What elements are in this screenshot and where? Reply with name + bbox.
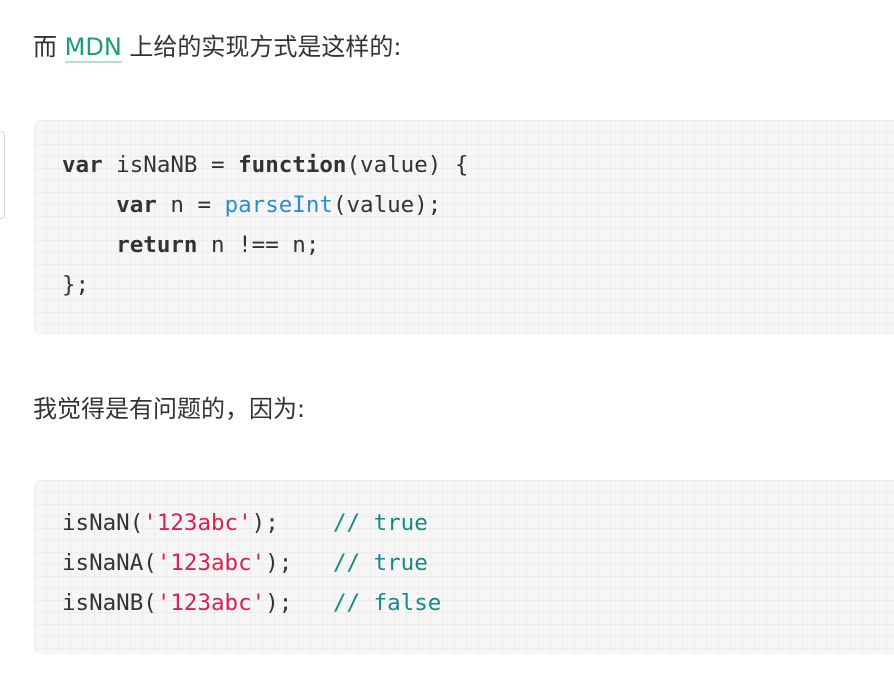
code-line: isNaNB('123abc'); // false — [62, 583, 441, 623]
mdn-link[interactable]: MDN — [64, 33, 122, 63]
code-line: isNaNA('123abc'); // true — [62, 543, 428, 583]
side-tab-handle[interactable] — [0, 131, 5, 219]
code-text: }; — [62, 272, 90, 298]
intro-text-before: 而 — [33, 33, 65, 61]
code-builtin-function: parseInt — [224, 192, 333, 218]
code-keyword: var — [116, 192, 157, 218]
code-text: (value); — [332, 192, 442, 218]
code-comment: // false — [332, 590, 442, 616]
code-comment: // true — [332, 510, 428, 536]
code-text: isNaN( — [62, 510, 144, 536]
code-block-comparison: isNaN('123abc'); // true isNaNA('123abc'… — [34, 480, 894, 654]
code-text: ); — [251, 510, 333, 536]
code-string: '123abc' — [156, 550, 266, 576]
code-text: isNaNB( — [62, 590, 157, 616]
code-line: var n = parseInt(value); — [62, 185, 441, 225]
code-line: }; — [62, 265, 89, 305]
code-block-isnanb: var isNaNB = function(value) { var n = p… — [34, 120, 894, 335]
code-string: '123abc' — [143, 510, 252, 536]
code-text: isNaNA( — [62, 550, 157, 576]
code-text: isNaNB = — [102, 152, 239, 178]
code-line: var isNaNB = function(value) { — [62, 145, 468, 185]
code-text: ); — [265, 590, 333, 616]
intro-paragraph: 而 MDN 上给的实现方式是这样的: — [33, 30, 402, 64]
code-text: (value) { — [346, 152, 469, 178]
code-keyword: var — [62, 152, 103, 178]
code-comment: // true — [332, 550, 428, 576]
code-text: n !== n; — [197, 232, 320, 258]
code-text: n = — [156, 192, 225, 218]
code-text: ); — [265, 550, 333, 576]
code-keyword: return — [116, 232, 198, 258]
intro-text-after: 上给的实现方式是这样的: — [121, 33, 402, 61]
code-keyword: function — [238, 152, 347, 178]
code-line: return n !== n; — [62, 225, 319, 265]
code-line: isNaN('123abc'); // true — [62, 503, 428, 543]
code-string: '123abc' — [156, 590, 266, 616]
problem-paragraph: 我觉得是有问题的，因为: — [33, 395, 306, 423]
